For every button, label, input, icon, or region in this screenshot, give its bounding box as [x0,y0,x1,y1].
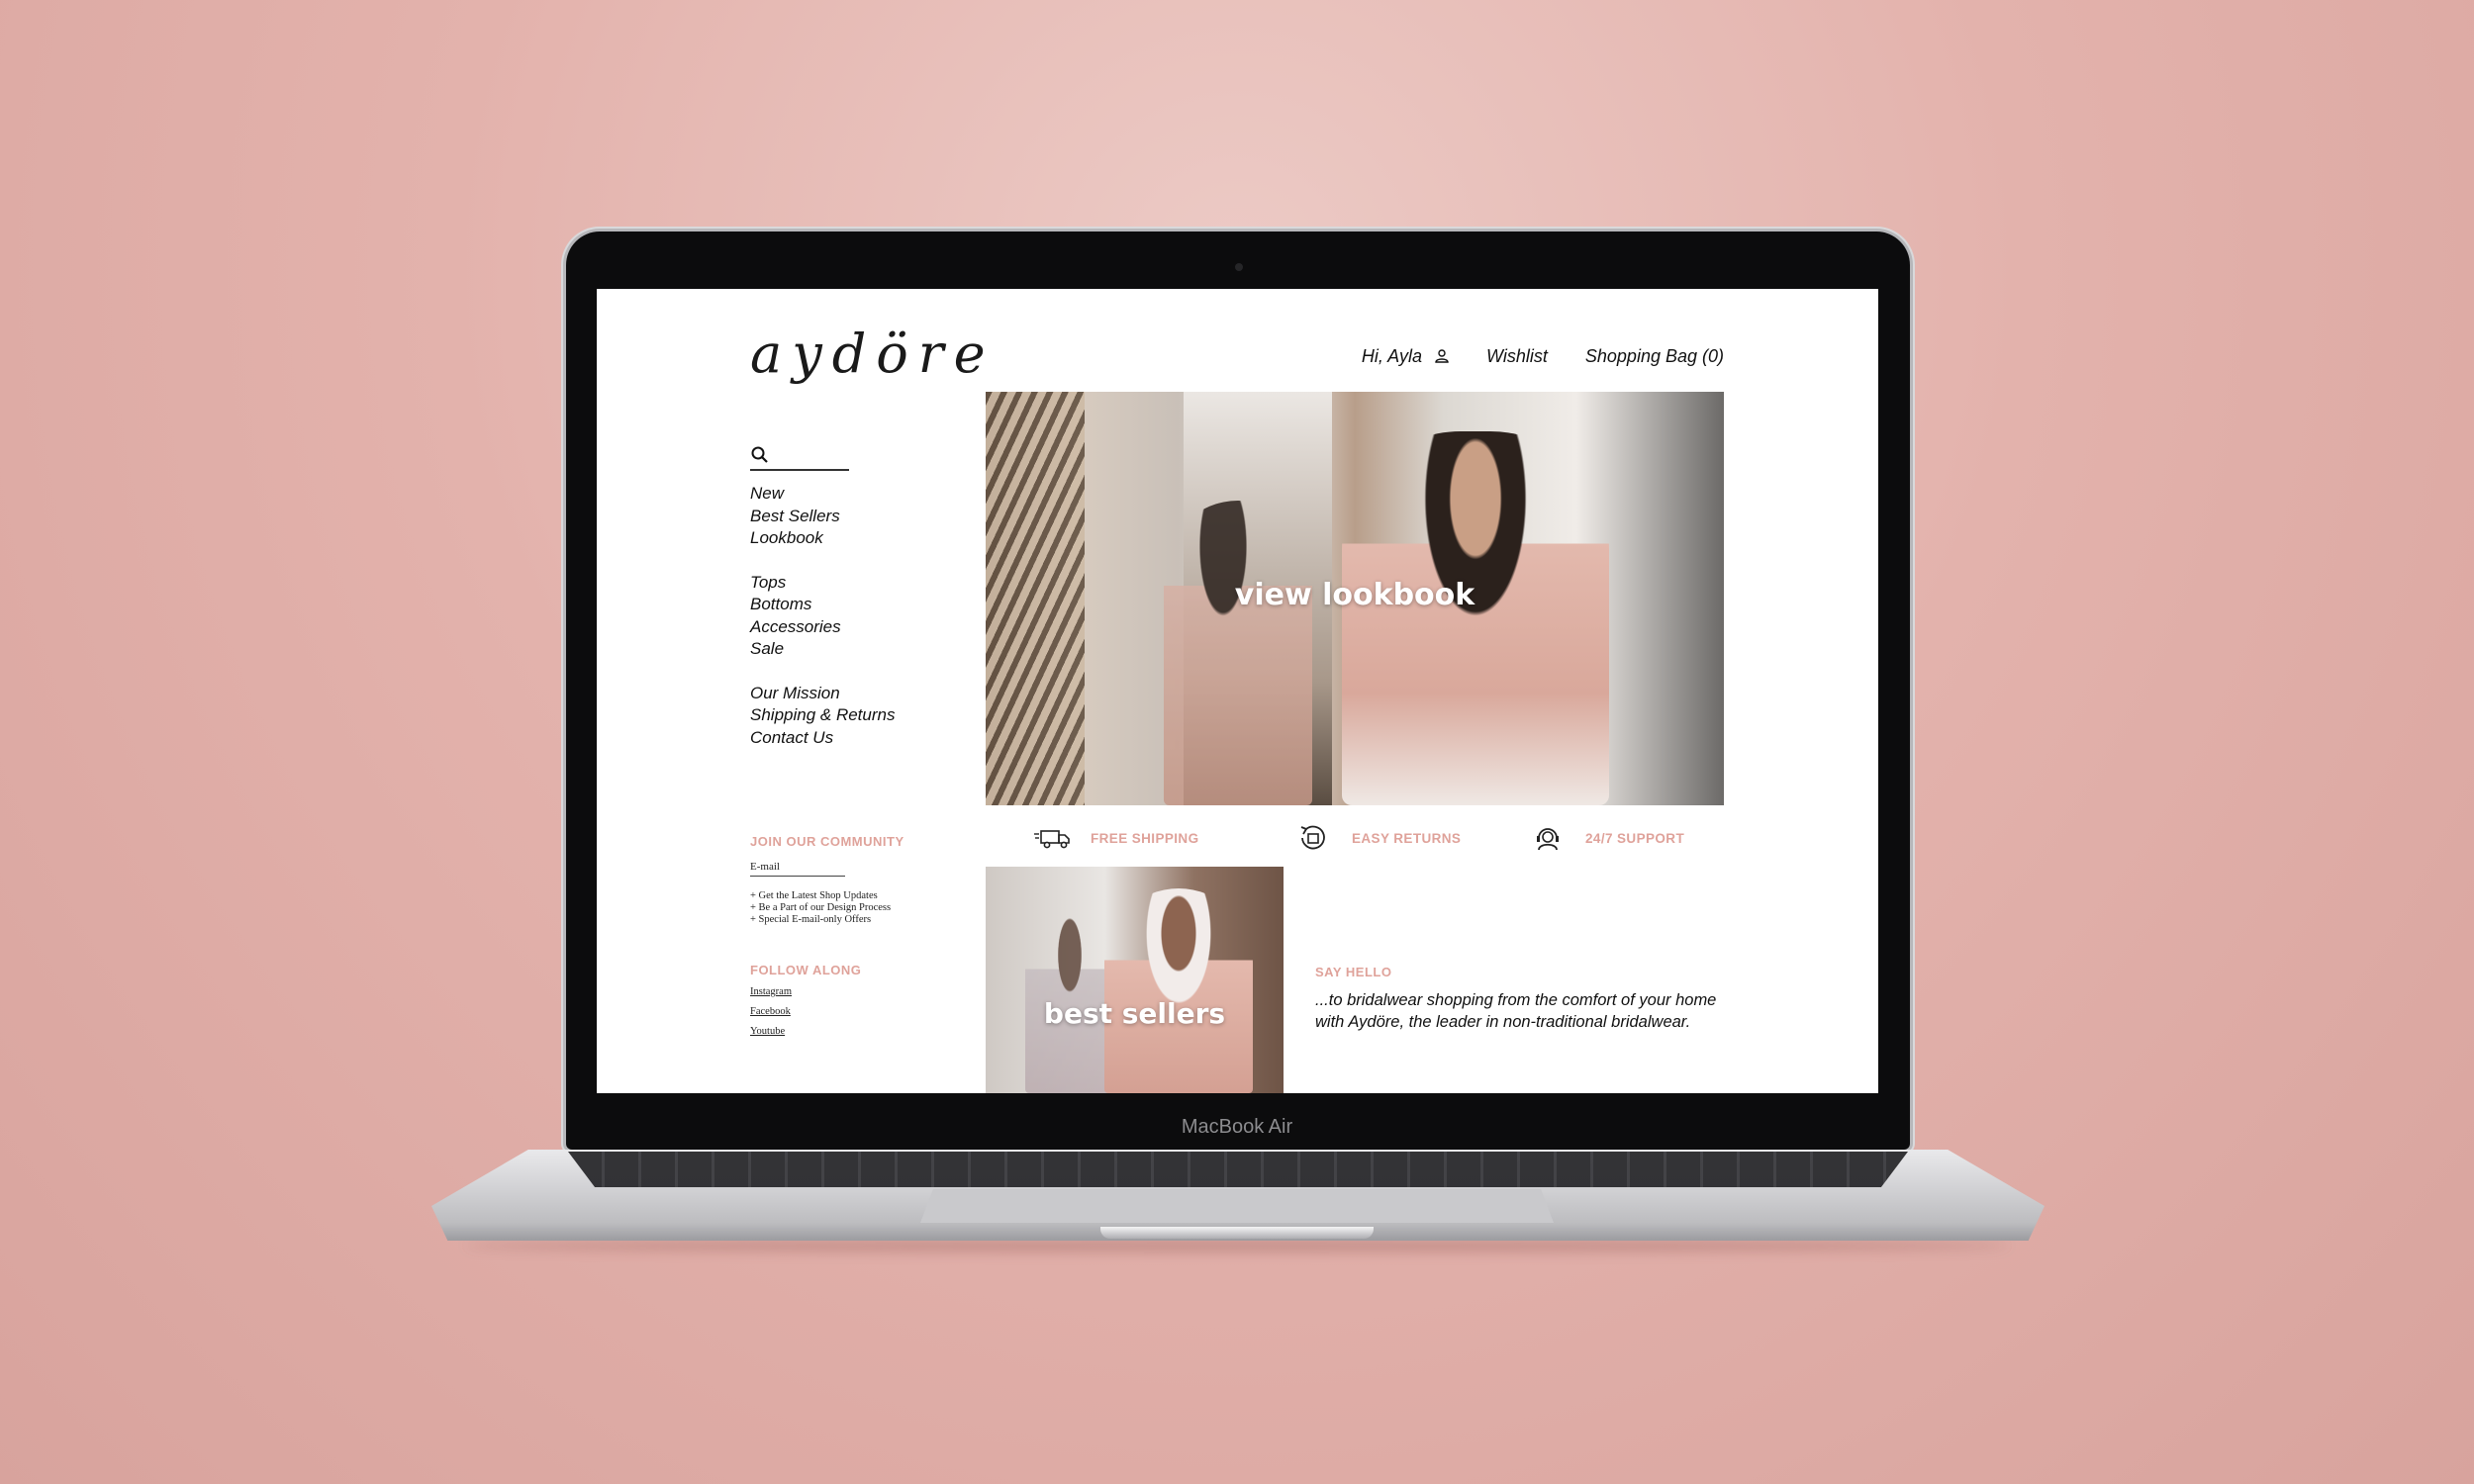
nav-item-sale[interactable]: Sale [750,638,895,661]
user-icon [1435,349,1449,363]
greeting-label: Hi, Ayla [1361,346,1423,366]
account-link[interactable]: Hi, Ayla [1362,346,1449,367]
side-nav: New Best Sellers Lookbook Tops Bottoms A… [750,483,895,771]
follow-heading: FOLLOW ALONG [750,963,862,977]
nav-group-categories: Tops Bottoms Accessories Sale [750,572,895,661]
feature-support: 24/7 SUPPORT [1528,824,1684,852]
nav-item-bottoms[interactable]: Bottoms [750,594,895,616]
nav-item-best-sellers[interactable]: Best Sellers [750,506,895,528]
shopping-bag-link[interactable]: Shopping Bag (0) [1585,346,1724,367]
lookbook-hero-banner[interactable]: view lookbook [986,392,1724,805]
nav-item-new[interactable]: New [750,483,895,506]
hero-label: view lookbook [1234,578,1475,612]
search-icon [751,446,768,463]
laptop-keyboard [568,1152,1908,1187]
best-sellers-tile[interactable]: best sellers [986,867,1284,1093]
say-hello-section: SAY HELLO ...to bridalwear shopping from… [1315,965,1731,1033]
bride-model-image [1342,431,1609,805]
feature-free-shipping: FREE SHIPPING [1033,824,1198,852]
facebook-link[interactable]: Facebook [750,1006,861,1017]
nav-group-info: Our Mission Shipping & Returns Contact U… [750,683,895,750]
features-bar: FREE SHIPPING EASY RETURNS 24/7 SUPPORT [986,824,1724,854]
community-heading: JOIN OUR COMMUNITY [750,834,904,849]
veiled-bride-image [1104,888,1253,1093]
instagram-link[interactable]: Instagram [750,986,861,997]
nav-item-shipping-returns[interactable]: Shipping & Returns [750,704,895,727]
laptop-trackpad [920,1189,1554,1223]
feature-label: EASY RETURNS [1352,830,1462,846]
return-box-icon [1300,825,1325,850]
say-hello-text: ...to bridalwear shopping from the comfo… [1315,991,1717,1031]
headset-icon [1537,828,1559,851]
email-field[interactable]: E-mail [750,861,845,877]
search-input[interactable] [750,445,849,471]
browser-screen: aydöre Hi, Ayla Wishlist Shopping Bag (0… [597,289,1878,1093]
newsletter-section: JOIN OUR COMMUNITY E-mail + Get the Late… [750,834,948,926]
perk-item: + Special E-mail-only Offers [750,914,872,925]
perk-item: + Be a Part of our Design Process [750,902,892,913]
perks-list: + Get the Latest Shop Updates + Be a Par… [750,890,948,926]
nav-item-accessories[interactable]: Accessories [750,616,895,639]
tile-label: best sellers [1043,997,1226,1030]
camera-icon [1235,263,1243,271]
youtube-link[interactable]: Youtube [750,1026,861,1037]
social-section: FOLLOW ALONG Instagram Facebook Youtube [750,963,861,1037]
say-hello-heading: SAY HELLO [1315,965,1392,979]
feature-easy-returns: EASY RETURNS [1294,824,1461,852]
truck-icon [1034,830,1070,849]
nav-item-lookbook[interactable]: Lookbook [750,527,895,550]
laptop-shadow [465,1239,2009,1252]
nav-item-contact-us[interactable]: Contact Us [750,727,895,750]
site-logo[interactable]: aydöre [750,323,996,385]
top-nav: Hi, Ayla Wishlist Shopping Bag (0) [1362,346,1724,367]
feature-label: FREE SHIPPING [1091,830,1199,846]
nav-item-our-mission[interactable]: Our Mission [750,683,895,705]
laptop-notch [1100,1227,1374,1239]
nav-item-tops[interactable]: Tops [750,572,895,595]
feature-label: 24/7 SUPPORT [1585,830,1685,846]
model-reflection-image [1164,501,1312,805]
device-label: MacBook Air [1181,1116,1293,1138]
wishlist-link[interactable]: Wishlist [1486,346,1548,367]
perk-item: + Get the Latest Shop Updates [750,890,878,901]
nav-group-shop: New Best Sellers Lookbook [750,483,895,550]
